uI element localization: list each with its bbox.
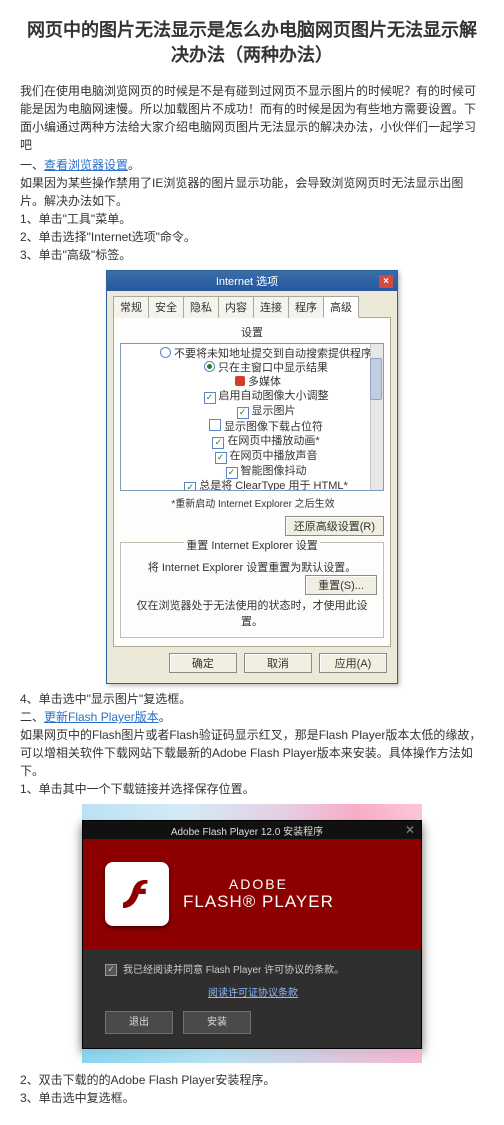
section2-step3: 3、单击选中复选框。 bbox=[20, 1089, 484, 1107]
tree-category: 多媒体 bbox=[248, 376, 281, 388]
reset-line1: 将 Internet Explorer 设置重置为默认设置。 bbox=[148, 562, 356, 574]
section1-link[interactable]: 查看浏览器设置 bbox=[44, 158, 128, 172]
section2-number: 二、 bbox=[20, 710, 44, 724]
section2-desc: 如果网页中的Flash图片或者Flash验证码显示红叉，那是Flash Play… bbox=[20, 726, 484, 780]
agree-label: 我已经阅读并同意 Flash Player 许可协议的条款。 bbox=[123, 963, 344, 978]
tree-item: 总是将 ClearType 用于 HTML* bbox=[199, 480, 348, 491]
radio-icon[interactable] bbox=[160, 347, 171, 358]
category-icon bbox=[235, 376, 245, 386]
close-icon[interactable]: × bbox=[379, 275, 393, 288]
restore-advanced-button[interactable]: 还原高级设置(R) bbox=[285, 516, 384, 536]
desktop-background bbox=[82, 1049, 422, 1063]
close-icon[interactable]: ✕ bbox=[405, 823, 415, 837]
intro-paragraph: 我们在使用电脑浏览网页的时候是不是有碰到过网页不显示图片的时候呢？有的时候可能是… bbox=[20, 82, 484, 154]
section2-step2: 2、双击下载的的Adobe Flash Player安装程序。 bbox=[20, 1071, 484, 1089]
section1-step1: 1、单击"工具"菜单。 bbox=[20, 210, 484, 228]
section1-desc: 如果因为某些操作禁用了IE浏览器的图片显示功能，会导致浏览网页时无法显示出图片。… bbox=[20, 174, 484, 210]
section1-number: 一、 bbox=[20, 158, 44, 172]
checkbox-icon[interactable]: ✓ bbox=[215, 452, 227, 464]
quit-button[interactable]: 退出 bbox=[105, 1011, 173, 1034]
tab-general[interactable]: 常规 bbox=[113, 296, 149, 318]
settings-label: 设置 bbox=[120, 324, 384, 340]
checkbox-icon[interactable]: ✓ bbox=[204, 392, 216, 404]
reset-line2: 仅在浏览器处于无法使用的状态时，才使用此设置。 bbox=[127, 597, 377, 629]
tree-item: 在网页中播放声音 bbox=[230, 450, 318, 462]
tab-advanced[interactable]: 高级 bbox=[323, 296, 359, 318]
section1-step3: 3、单击"高级"标签。 bbox=[20, 246, 484, 264]
reset-button[interactable]: 重置(S)... bbox=[305, 575, 377, 595]
settings-tree[interactable]: 不要将未知地址提交到自动搜索提供程序 只在主窗口中显示结果 多媒体 ✓启用自动图… bbox=[120, 343, 384, 491]
tree-item: 在网页中播放动画* bbox=[227, 435, 319, 447]
tab-security[interactable]: 安全 bbox=[148, 296, 184, 318]
checkbox-icon[interactable]: ✓ bbox=[226, 467, 238, 479]
cancel-button[interactable]: 取消 bbox=[244, 653, 312, 673]
section2-link[interactable]: 更新Flash Player版本 bbox=[44, 710, 159, 724]
restart-hint: *重新启动 Internet Explorer 之后生效 bbox=[122, 495, 384, 510]
scroll-thumb[interactable] bbox=[370, 358, 382, 400]
tree-item: 智能图像抖动 bbox=[241, 465, 307, 477]
flash-logo-icon bbox=[105, 862, 169, 926]
flash-installer-dialog: Adobe Flash Player 12.0 安装程序 ✕ ADOBE FLA… bbox=[82, 820, 422, 1049]
apply-button[interactable]: 应用(A) bbox=[319, 653, 387, 673]
brand-adobe: ADOBE bbox=[183, 876, 334, 892]
checkbox-show-image[interactable]: ✓ bbox=[237, 407, 249, 419]
license-link[interactable]: 阅读许可证协议条款 bbox=[208, 988, 298, 999]
tree-item: 显示图片 bbox=[252, 405, 296, 417]
desktop-background bbox=[82, 804, 422, 820]
tab-connect[interactable]: 连接 bbox=[253, 296, 289, 318]
tab-content[interactable]: 内容 bbox=[218, 296, 254, 318]
section2-step1: 1、单击其中一个下载链接并选择保存位置。 bbox=[20, 780, 484, 798]
tab-programs[interactable]: 程序 bbox=[288, 296, 324, 318]
section1-step2: 2、单击选择"Internet选项"命令。 bbox=[20, 228, 484, 246]
install-button[interactable]: 安装 bbox=[183, 1011, 251, 1034]
tree-item: 启用自动图像大小调整 bbox=[219, 390, 329, 402]
section1-tail: 。 bbox=[128, 158, 140, 172]
flash-title: Adobe Flash Player 12.0 安装程序 bbox=[89, 823, 405, 838]
flash-installer-screenshot: Adobe Flash Player 12.0 安装程序 ✕ ADOBE FLA… bbox=[82, 804, 422, 1063]
scrollbar[interactable] bbox=[370, 344, 383, 490]
page-title: 网页中的图片无法显示是怎么办电脑网页图片无法显示解决办法（两种办法） bbox=[20, 18, 484, 68]
checkbox-icon[interactable]: ✓ bbox=[184, 482, 196, 491]
radio-icon[interactable] bbox=[204, 361, 215, 372]
ie-options-dialog: Internet 选项 × 常规 安全 隐私 内容 连接 程序 高级 设置 不要… bbox=[106, 270, 398, 684]
reset-legend: 重置 Internet Explorer 设置 bbox=[184, 537, 319, 553]
section1-step4: 4、单击选中"显示图片"复选框。 bbox=[20, 690, 484, 708]
checkbox-icon[interactable] bbox=[209, 419, 221, 431]
tree-item: 只在主窗口中显示结果 bbox=[218, 362, 328, 374]
ok-button[interactable]: 确定 bbox=[169, 653, 237, 673]
checkbox-icon[interactable]: ✓ bbox=[212, 437, 224, 449]
ie-dialog-title: Internet 选项 bbox=[111, 273, 379, 289]
ie-tabstrip: 常规 安全 隐私 内容 连接 程序 高级 bbox=[113, 295, 391, 318]
tree-item: 显示图像下载占位符 bbox=[224, 421, 323, 433]
tree-item: 不要将未知地址提交到自动搜索提供程序 bbox=[174, 348, 372, 360]
brand-flash-player: FLASH® PLAYER bbox=[183, 892, 334, 912]
section2-tail: 。 bbox=[159, 710, 171, 724]
agree-checkbox[interactable]: ✓ bbox=[105, 964, 117, 976]
tab-privacy[interactable]: 隐私 bbox=[183, 296, 219, 318]
